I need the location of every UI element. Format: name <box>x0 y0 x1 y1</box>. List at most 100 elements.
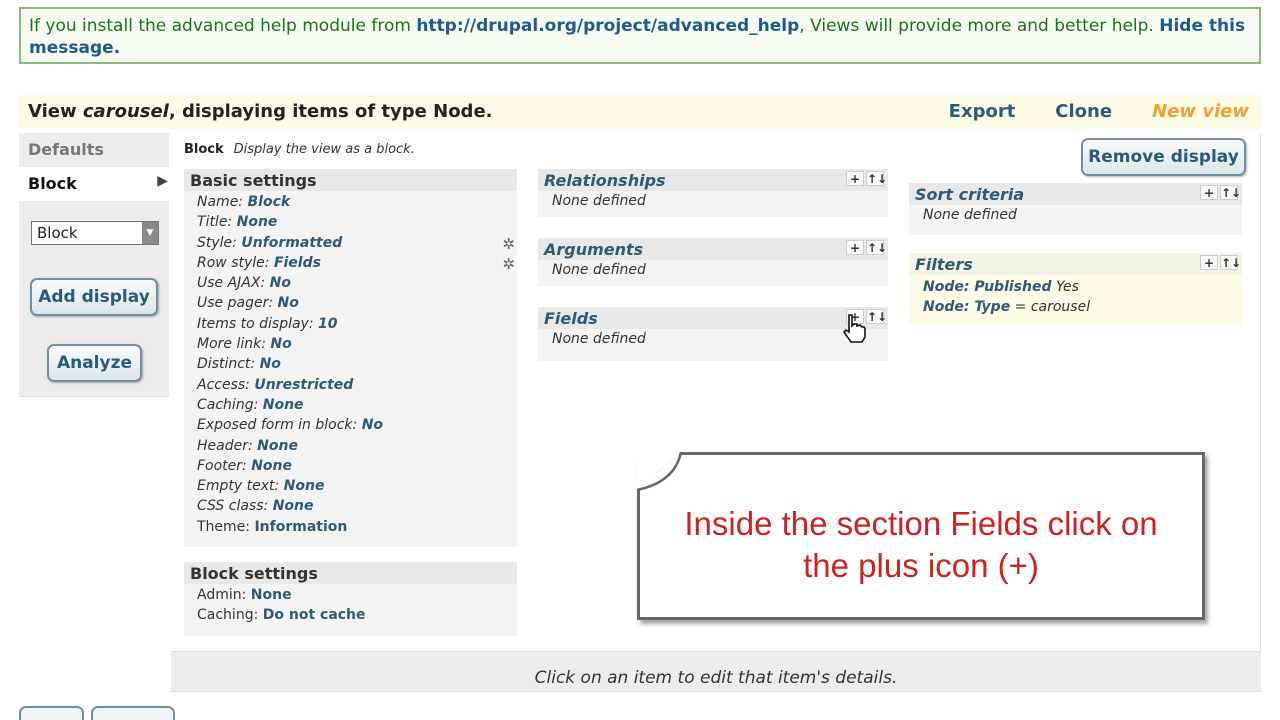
setting-row-use-pager[interactable]: Use pager: No <box>197 295 517 315</box>
add-display-button[interactable]: Add display <box>30 278 158 316</box>
filter-item[interactable]: Node: Published Yes <box>923 279 1228 299</box>
setting-row-block-caching[interactable]: Caching: Do not cache <box>197 607 517 627</box>
setting-row-name[interactable]: Name: Block <box>197 194 517 214</box>
rearrange-icon[interactable]: ↑↓ <box>866 240 887 255</box>
hand-cursor-icon <box>842 314 866 343</box>
setting-value[interactable]: None <box>237 214 278 230</box>
analyze-button[interactable]: Analyze <box>47 344 142 382</box>
tab-block-label: Block <box>28 174 77 193</box>
setting-row-use-ajax[interactable]: Use AJAX: No <box>197 275 517 295</box>
setting-value[interactable]: None <box>251 458 292 474</box>
display-type-value: Block <box>37 224 78 242</box>
setting-row-distinct[interactable]: Distinct: No <box>197 356 517 376</box>
setting-value[interactable]: Unrestricted <box>254 377 353 393</box>
setting-row-title[interactable]: Title: None <box>197 214 517 234</box>
arguments-title[interactable]: Arguments <box>544 240 643 259</box>
setting-row-row-style[interactable]: Row style: Fields ✲ <box>197 255 517 275</box>
filter-label[interactable]: Node: Type <box>923 299 1010 315</box>
chevron-down-icon[interactable]: ▼ <box>142 222 158 244</box>
setting-label: Access: <box>197 376 250 393</box>
advanced-help-link[interactable]: http://drupal.org/project/advanced_help <box>416 16 799 36</box>
view-title-suffix: , displaying items of type Node. <box>168 101 493 122</box>
cancel-button[interactable] <box>91 706 175 720</box>
filter-item[interactable]: Node: Type = carousel <box>923 299 1228 319</box>
tab-block[interactable]: Block ▶ <box>19 167 169 201</box>
rearrange-icon[interactable]: ↑↓ <box>866 171 887 186</box>
relationships-title[interactable]: Relationships <box>544 171 666 190</box>
add-icon[interactable]: + <box>1200 255 1218 270</box>
setting-value[interactable]: None <box>257 438 298 454</box>
tab-defaults[interactable]: Defaults <box>19 133 169 167</box>
export-link[interactable]: Export <box>949 101 1016 122</box>
setting-value[interactable]: None <box>251 587 292 603</box>
rearrange-icon[interactable]: ↑↓ <box>866 309 887 324</box>
clone-link[interactable]: Clone <box>1055 101 1112 122</box>
fields-title[interactable]: Fields <box>544 309 598 328</box>
setting-value[interactable]: No <box>278 295 299 311</box>
setting-value[interactable]: No <box>260 356 281 372</box>
callout-line-2: the plus icon (+) <box>803 547 1039 584</box>
view-name: carousel <box>82 101 169 122</box>
setting-label: Items to display: <box>197 315 314 332</box>
header-links: Export Clone New view <box>949 101 1249 122</box>
rearrange-icon[interactable]: ↑↓ <box>1220 255 1241 270</box>
basic-settings-panel: Basic settings Name: Block Title: None S… <box>184 169 517 547</box>
fields-panel: Fields + ↑↓ None defined <box>538 307 888 361</box>
setting-value[interactable]: Fields <box>274 255 321 271</box>
setting-label: Row style: <box>197 254 270 271</box>
add-icon[interactable]: + <box>846 171 864 186</box>
rearrange-icon[interactable]: ↑↓ <box>1220 185 1241 200</box>
save-button[interactable] <box>19 706 84 720</box>
setting-row-exposed-form[interactable]: Exposed form in block: No <box>197 417 517 437</box>
arguments-empty: None defined <box>552 262 646 278</box>
tab-active-arrow-icon: ▶ <box>157 173 168 189</box>
filter-label[interactable]: Node: Published <box>923 279 1052 295</box>
basic-settings-list: Name: Block Title: None Style: Unformatt… <box>184 191 517 539</box>
relationships-panel: Relationships + ↑↓ None defined <box>538 169 888 217</box>
setting-value[interactable]: Do not cache <box>263 607 366 623</box>
setting-value[interactable]: None <box>284 478 325 494</box>
display-type-select[interactable]: Block ▼ <box>31 221 159 245</box>
setting-label: Use pager: <box>197 295 274 312</box>
remove-display-button[interactable]: Remove display <box>1081 138 1246 176</box>
gear-icon[interactable]: ✲ <box>502 255 515 273</box>
filters-list: Node: Published Yes Node: Type = carouse… <box>909 275 1242 323</box>
display-name: Block <box>184 142 224 157</box>
setting-label: Style: <box>197 234 237 251</box>
setting-value[interactable]: None <box>273 498 314 514</box>
setting-row-css-class[interactable]: CSS class: None <box>197 498 517 518</box>
setting-label: Admin: <box>197 587 247 603</box>
sort-criteria-title[interactable]: Sort criteria <box>915 185 1024 204</box>
setting-row-admin[interactable]: Admin: None <box>197 587 517 607</box>
setting-label: Theme: <box>197 518 251 535</box>
setting-label: Title: <box>197 214 233 231</box>
new-view-link[interactable]: New view <box>1152 101 1249 122</box>
setting-row-items-to-display[interactable]: Items to display: 10 <box>197 316 517 336</box>
setting-value[interactable]: No <box>270 275 291 291</box>
setting-label: Use AJAX: <box>197 275 266 292</box>
setting-label: Distinct: <box>197 356 256 373</box>
setting-label: Caching: <box>197 396 259 413</box>
setting-row-header[interactable]: Header: None <box>197 438 517 458</box>
sort-criteria-header: Sort criteria + ↑↓ <box>909 183 1242 205</box>
setting-row-style[interactable]: Style: Unformatted ✲ <box>197 235 517 255</box>
add-icon[interactable]: + <box>846 240 864 255</box>
setting-row-access[interactable]: Access: Unrestricted <box>197 377 517 397</box>
setting-value[interactable]: No <box>362 417 383 433</box>
setting-value[interactable]: 10 <box>318 316 337 332</box>
setting-row-theme[interactable]: Theme: Information <box>197 519 517 539</box>
sort-criteria-actions: + ↑↓ <box>1200 185 1241 200</box>
setting-value[interactable]: No <box>270 336 291 352</box>
setting-value[interactable]: Block <box>247 194 290 210</box>
setting-value[interactable]: None <box>263 397 304 413</box>
help-text-before: If you install the advanced help module … <box>29 16 417 36</box>
setting-value[interactable]: Information <box>254 519 347 535</box>
setting-row-more-link[interactable]: More link: No <box>197 336 517 356</box>
setting-value[interactable]: Unformatted <box>241 235 342 251</box>
setting-row-footer[interactable]: Footer: None <box>197 458 517 478</box>
gear-icon[interactable]: ✲ <box>502 235 515 253</box>
filters-title[interactable]: Filters <box>915 255 973 274</box>
setting-row-empty-text[interactable]: Empty text: None <box>197 478 517 498</box>
setting-row-caching[interactable]: Caching: None <box>197 397 517 417</box>
add-icon[interactable]: + <box>1200 185 1218 200</box>
